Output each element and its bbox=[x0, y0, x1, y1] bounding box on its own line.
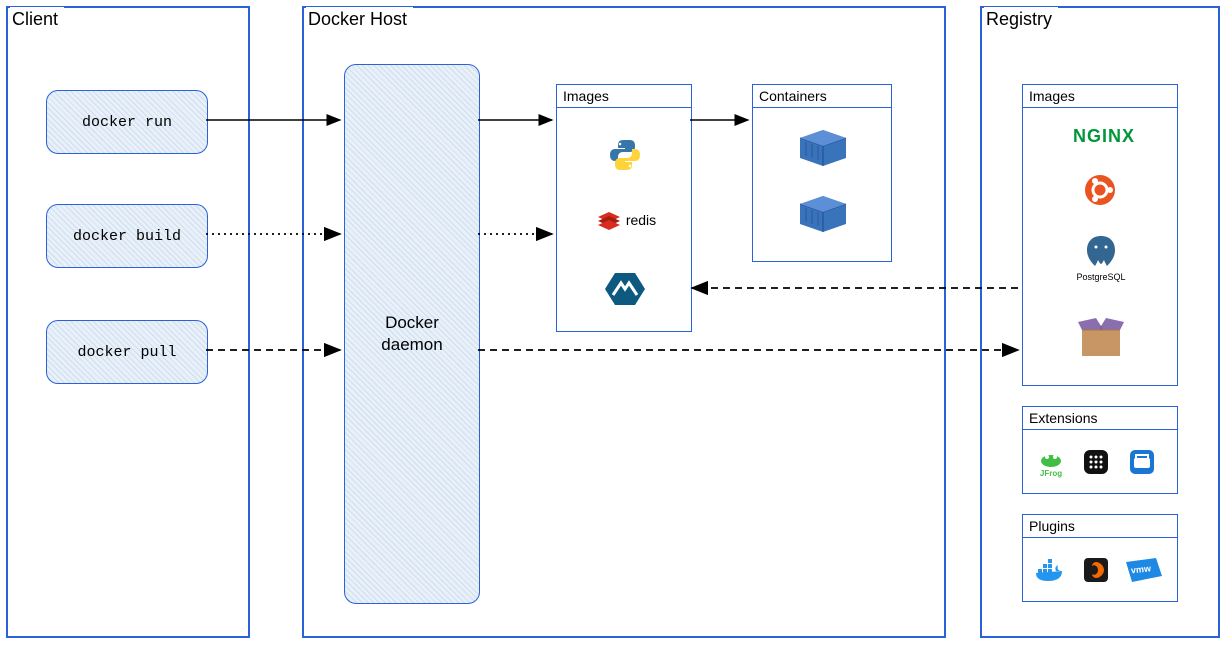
disk-usage-icon bbox=[1127, 447, 1157, 477]
host-images-title: Images bbox=[557, 85, 691, 108]
alpine-icon bbox=[603, 269, 647, 309]
host-title: Docker Host bbox=[306, 7, 413, 32]
container-1-icon bbox=[797, 127, 849, 167]
registry-images-title: Images bbox=[1023, 85, 1177, 108]
redis-icon: redis bbox=[581, 205, 671, 235]
registry-extensions-box: Extensions JFrog bbox=[1022, 406, 1178, 494]
nginx-label: NGINX bbox=[1073, 126, 1135, 147]
cmd-docker-pull: docker pull bbox=[46, 320, 208, 384]
host-section: Docker Host Docker daemon Images redis bbox=[302, 6, 946, 638]
cmd-label: docker run bbox=[82, 114, 172, 131]
host-containers-box: Containers bbox=[752, 84, 892, 262]
ubuntu-icon bbox=[1083, 173, 1117, 207]
registry-section: Registry Images NGINX PostgreSQL bbox=[980, 6, 1220, 638]
registry-plugins-title: Plugins bbox=[1023, 515, 1177, 538]
jfrog-icon: JFrog bbox=[1033, 445, 1069, 481]
postgresql-icon: PostgreSQL bbox=[1069, 233, 1133, 283]
cmd-label: docker build bbox=[73, 228, 181, 245]
python-icon bbox=[605, 135, 645, 175]
container-2-icon bbox=[797, 193, 849, 233]
host-images-box: Images redis bbox=[556, 84, 692, 332]
nginx-icon: NGINX bbox=[1059, 123, 1149, 149]
vmware-icon: vmw bbox=[1125, 557, 1163, 583]
daemon-label: Docker daemon bbox=[381, 312, 442, 356]
grafana-icon bbox=[1081, 555, 1111, 585]
postgresql-label: PostgreSQL bbox=[1076, 272, 1125, 282]
client-title: Client bbox=[10, 7, 64, 32]
portainer-icon bbox=[1081, 447, 1111, 477]
cmd-docker-build: docker build bbox=[46, 204, 208, 268]
package-icon bbox=[1075, 315, 1127, 359]
registry-plugins-box: Plugins vmw bbox=[1022, 514, 1178, 602]
registry-images-box: Images NGINX PostgreSQL bbox=[1022, 84, 1178, 386]
host-containers-title: Containers bbox=[753, 85, 891, 108]
redis-label: redis bbox=[626, 212, 656, 228]
registry-title: Registry bbox=[984, 7, 1058, 32]
registry-extensions-title: Extensions bbox=[1023, 407, 1177, 430]
docker-plugin-icon bbox=[1033, 557, 1067, 585]
cmd-docker-run: docker run bbox=[46, 90, 208, 154]
docker-daemon: Docker daemon bbox=[344, 64, 480, 604]
client-section: Client docker run docker build docker pu… bbox=[6, 6, 250, 638]
jfrog-label: JFrog bbox=[1040, 469, 1062, 478]
cmd-label: docker pull bbox=[77, 344, 176, 361]
